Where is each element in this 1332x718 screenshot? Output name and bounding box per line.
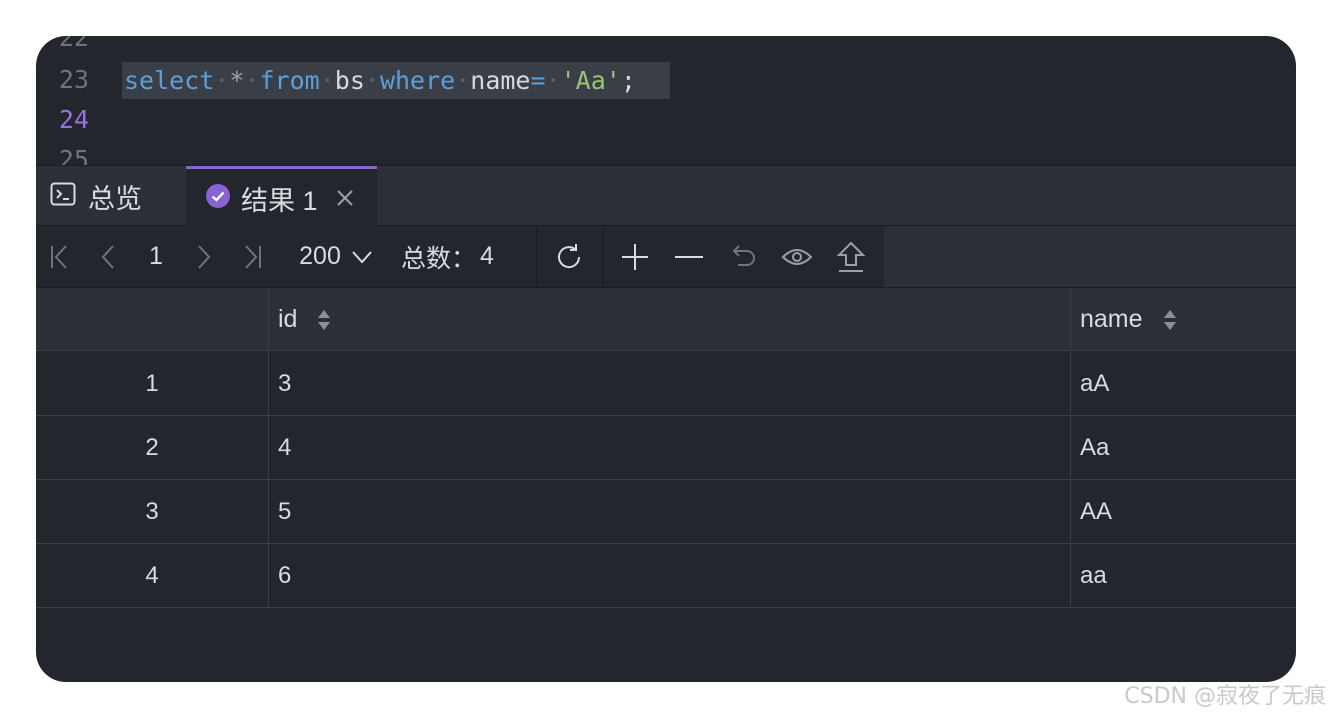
sql-operator: = xyxy=(530,66,546,95)
cell-name[interactable]: aA xyxy=(1070,352,1296,415)
tab-overview[interactable]: 总览 xyxy=(36,166,186,226)
sql-star: * xyxy=(229,66,245,95)
tab-result-1[interactable]: 结果 1 xyxy=(186,166,377,227)
cell-id[interactable]: 3 xyxy=(268,352,1070,415)
cell-id[interactable]: 4 xyxy=(268,416,1070,479)
total-count: 总数： 4 xyxy=(401,226,541,287)
sql-table-name: bs xyxy=(334,66,365,95)
result-toolbar: 1 200 总数： 4 xyxy=(36,226,1296,288)
total-label: 总数： xyxy=(401,244,477,273)
result-tab-bar: 总览 结果 1 xyxy=(36,165,1296,227)
sql-string-literal: 'Aa' xyxy=(560,66,621,95)
close-icon[interactable] xyxy=(336,189,354,207)
page-size-select[interactable]: 200 xyxy=(291,226,381,287)
prev-page-icon[interactable] xyxy=(92,226,124,287)
cell-id[interactable]: 6 xyxy=(268,544,1070,607)
last-page-icon[interactable] xyxy=(236,226,268,287)
line-number: 23 xyxy=(58,65,89,94)
sql-keyword: from xyxy=(259,66,320,95)
row-number: 1 xyxy=(145,369,159,397)
tab-result-label: 结果 1 xyxy=(241,185,318,216)
check-circle-icon xyxy=(205,183,231,214)
editor-line: 22 xyxy=(36,36,1296,58)
table-header-row: id name xyxy=(36,288,1296,351)
undo-icon[interactable] xyxy=(719,226,767,287)
page-size-value: 200 xyxy=(299,242,341,270)
sql-editor[interactable]: 22 23 select·*·from·bs·where·name=·'Aa';… xyxy=(36,36,1296,165)
add-row-icon[interactable] xyxy=(611,226,659,287)
page-number[interactable]: 1 xyxy=(140,226,172,287)
remove-row-icon[interactable] xyxy=(665,226,713,287)
total-value: 4 xyxy=(480,242,494,270)
chevron-down-icon xyxy=(351,250,373,264)
sql-client-window: 22 23 select·*·from·bs·where·name=·'Aa';… xyxy=(36,36,1296,682)
next-page-icon[interactable] xyxy=(188,226,220,287)
table-row[interactable]: 3 5 AA xyxy=(36,480,1296,544)
row-number: 2 xyxy=(145,433,159,461)
column-header-label: id xyxy=(278,305,298,333)
cell-name[interactable]: aa xyxy=(1070,544,1296,607)
refresh-icon[interactable] xyxy=(536,226,602,287)
cell-name[interactable]: Aa xyxy=(1070,416,1296,479)
first-page-icon[interactable] xyxy=(44,226,76,287)
table-row[interactable]: 4 6 aa xyxy=(36,544,1296,608)
sort-icon[interactable] xyxy=(1163,308,1177,332)
eye-icon[interactable] xyxy=(773,226,821,287)
row-number: 4 xyxy=(145,561,159,589)
row-number-header xyxy=(36,288,268,351)
sql-query-selection[interactable]: select·*·from·bs·where·name=·'Aa'; xyxy=(122,62,670,99)
sql-keyword: select xyxy=(124,66,215,95)
column-header-name[interactable]: name xyxy=(1070,288,1296,351)
column-header-id[interactable]: id xyxy=(268,288,1070,351)
editor-line: 25 xyxy=(36,140,1296,165)
sql-keyword: where xyxy=(379,66,456,95)
line-number-active: 24 xyxy=(58,105,89,134)
table-row[interactable]: 1 3 aA xyxy=(36,352,1296,416)
sql-semicolon: ; xyxy=(620,66,636,95)
editor-line: 24 xyxy=(36,100,1296,140)
cell-name[interactable]: AA xyxy=(1070,480,1296,543)
export-icon[interactable] xyxy=(827,226,875,287)
column-header-label: name xyxy=(1080,305,1143,333)
watermark: CSDN @寂夜了无痕 xyxy=(1124,684,1326,709)
row-number: 3 xyxy=(145,497,159,525)
line-number: 22 xyxy=(58,36,89,52)
sql-column-name: name xyxy=(470,66,531,95)
terminal-icon xyxy=(50,182,76,211)
sort-icon[interactable] xyxy=(317,308,331,332)
tab-overview-label: 总览 xyxy=(88,183,142,214)
cell-id[interactable]: 5 xyxy=(268,480,1070,543)
line-number: 25 xyxy=(58,145,89,165)
table-row[interactable]: 2 4 Aa xyxy=(36,416,1296,480)
editor-line-current-query[interactable]: 23 select·*·from·bs·where·name=·'Aa'; xyxy=(36,60,1296,100)
